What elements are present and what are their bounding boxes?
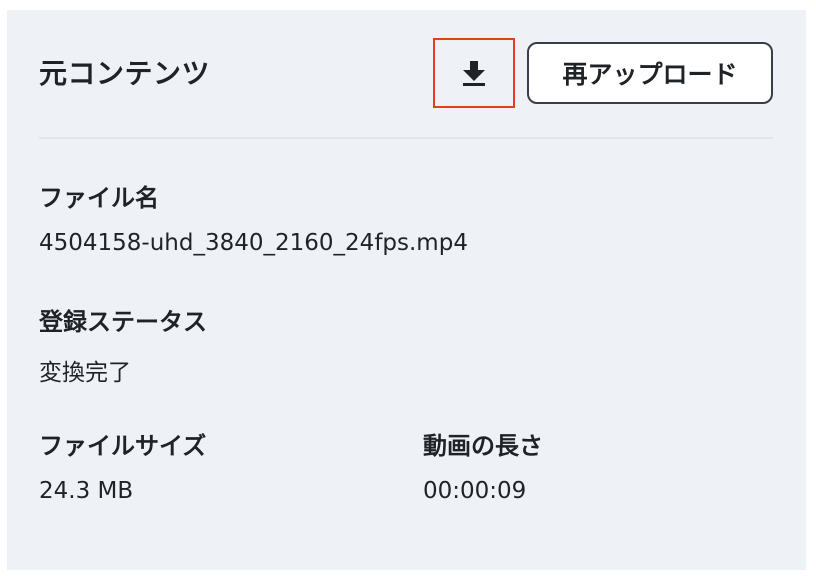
- original-content-panel: 元コンテンツ 再アップロード ファイル名 4504158-uhd_3840_21…: [7, 10, 806, 570]
- header-divider: [39, 137, 773, 139]
- file-name-label: ファイル名: [39, 184, 159, 212]
- file-size-label: ファイルサイズ: [39, 432, 207, 460]
- file-name-value: 4504158-uhd_3840_2160_24fps.mp4: [39, 230, 468, 256]
- panel-title: 元コンテンツ: [39, 57, 211, 90]
- duration-value: 00:00:09: [423, 478, 527, 504]
- registration-status-value: 変換完了: [39, 360, 131, 386]
- download-button[interactable]: [433, 38, 515, 108]
- panel-header: 元コンテンツ 再アップロード: [7, 10, 806, 138]
- file-size-value: 24.3 MB: [39, 478, 134, 504]
- download-icon: [461, 59, 487, 87]
- reupload-button[interactable]: 再アップロード: [527, 42, 773, 104]
- duration-label: 動画の長さ: [423, 432, 543, 460]
- registration-status-label: 登録ステータス: [39, 308, 207, 336]
